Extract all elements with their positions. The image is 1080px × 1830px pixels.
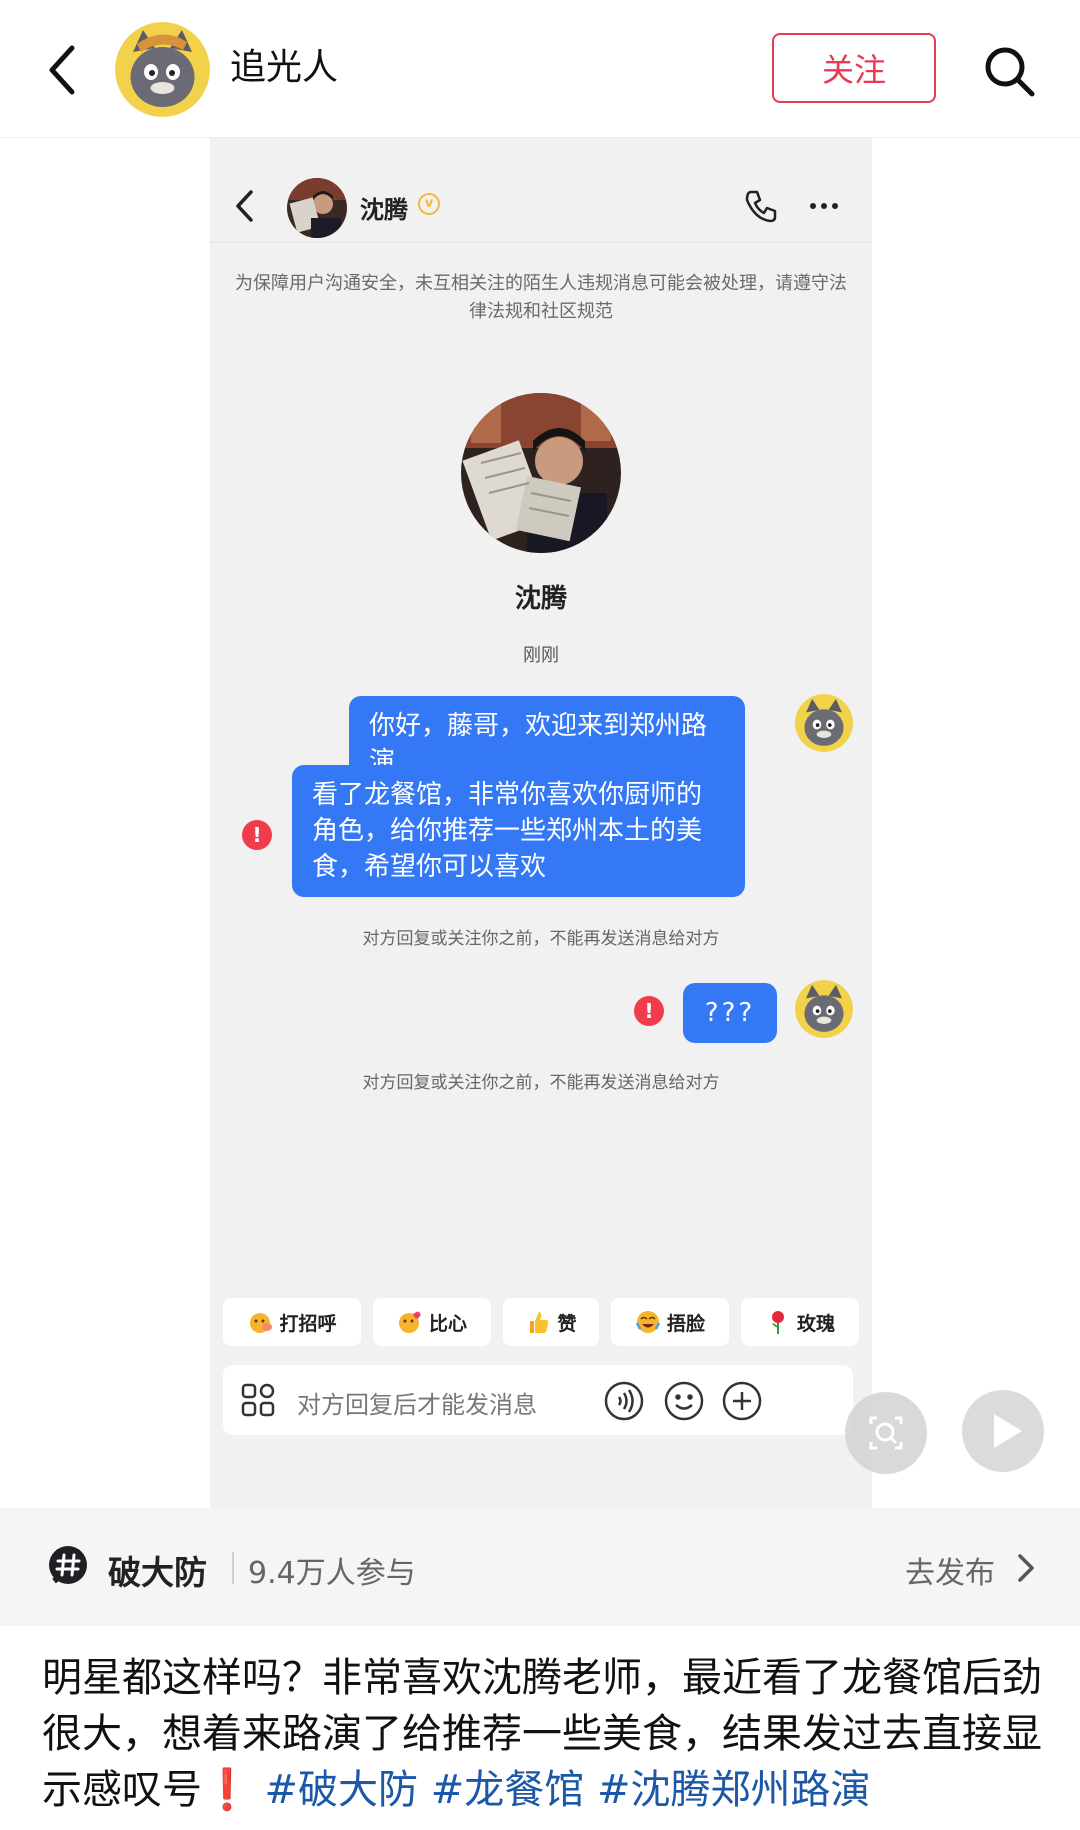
back-icon[interactable] xyxy=(40,40,90,100)
wave-emoji-icon xyxy=(247,1309,273,1335)
search-icon[interactable] xyxy=(980,42,1040,102)
blocked-notice: 对方回复或关注你之前，不能再发送消息给对方 xyxy=(362,929,720,949)
facepalm-emoji-icon xyxy=(635,1309,661,1335)
chevron-right-icon[interactable] xyxy=(1015,1551,1037,1585)
divider xyxy=(232,1552,234,1584)
publish-link[interactable]: 去发布 xyxy=(905,1548,995,1592)
rose-emoji-icon xyxy=(765,1309,791,1335)
image-search-button[interactable] xyxy=(845,1392,927,1474)
chat-back-icon xyxy=(232,188,258,224)
thumbs-up-emoji-icon xyxy=(525,1309,551,1335)
topic-participants: 9.4万人参与 xyxy=(248,1556,416,1591)
author-avatar[interactable] xyxy=(115,22,210,117)
play-icon[interactable] xyxy=(962,1390,1044,1472)
profile-avatar xyxy=(461,393,621,553)
emoji-icon xyxy=(663,1380,705,1422)
chat-header: 沈腾 v xyxy=(210,138,872,243)
hashtag-icon xyxy=(48,1545,88,1585)
quick-reply-label: 捂脸 xyxy=(666,1312,705,1335)
topic-name[interactable]: 破大防 xyxy=(108,1546,207,1594)
message-timestamp: 刚刚 xyxy=(523,645,559,666)
contact-name: 沈腾 xyxy=(360,196,408,224)
hashtag-link[interactable]: #龙餐馆 xyxy=(431,1767,585,1813)
verified-badge-icon: v xyxy=(418,193,440,215)
quick-reply-chip: 打招呼 xyxy=(223,1298,361,1346)
hashtag-link[interactable]: #破大防 xyxy=(265,1767,419,1813)
quick-reply-chip: 玫瑰 xyxy=(741,1298,859,1346)
safety-notice: 为保障用户沟通安全，未互相关注的陌生人违规消息可能会被处理，请遵守法律法规和社区… xyxy=(235,273,847,322)
profile-name: 沈腾 xyxy=(514,584,567,614)
send-failed-icon: ! xyxy=(242,820,272,850)
more-icon xyxy=(810,196,850,216)
plus-icon xyxy=(721,1380,763,1422)
chat-screenshot: 沈腾 v 为保障用户沟通安全，未互相关注的陌生人违规消息可能会被处理，请遵守法律… xyxy=(210,138,872,1508)
message-input-bar: 对方回复后才能发消息 xyxy=(223,1365,853,1435)
quick-reply-label: 比心 xyxy=(428,1312,467,1335)
quick-reply-label: 打招呼 xyxy=(279,1312,337,1335)
apps-grid-icon xyxy=(241,1383,275,1417)
message-bubble: ??? xyxy=(683,983,777,1043)
quick-reply-chip: 比心 xyxy=(373,1298,491,1346)
quick-reply-label: 玫瑰 xyxy=(796,1312,835,1335)
my-avatar xyxy=(795,694,853,752)
follow-button[interactable]: 关注 xyxy=(772,33,936,103)
exclamation-icon: ❗ xyxy=(202,1767,252,1813)
quick-reply-label: 赞 xyxy=(557,1312,577,1335)
top-bar: 追光人 关注 xyxy=(0,0,1080,138)
finger-heart-emoji-icon xyxy=(397,1309,423,1335)
voice-icon xyxy=(603,1380,645,1422)
blocked-notice: 对方回复或关注你之前，不能再发送消息给对方 xyxy=(362,1073,720,1093)
send-failed-icon: ! xyxy=(634,996,664,1026)
phone-icon xyxy=(743,188,779,224)
quick-reply-chip: 赞 xyxy=(503,1298,599,1346)
post-caption: 明星都这样吗？非常喜欢沈腾老师，最近看了龙餐馆后劲很大，想着来路演了给推荐一些美… xyxy=(42,1650,1042,1818)
author-name[interactable]: 追光人 xyxy=(230,44,338,92)
contact-avatar xyxy=(287,178,347,238)
topic-bar[interactable]: 破大防 9.4万人参与 去发布 xyxy=(0,1508,1080,1626)
message-input-placeholder: 对方回复后才能发消息 xyxy=(297,1391,537,1419)
quick-reply-row: 打招呼 比心 赞 捂脸 玫瑰 xyxy=(223,1298,863,1348)
message-bubble: 看了龙餐馆，非常你喜欢你厨师的角色，给你推荐一些郑州本土的美食，希望你可以喜欢 xyxy=(292,765,745,897)
quick-reply-chip: 捂脸 xyxy=(611,1298,729,1346)
my-avatar xyxy=(795,980,853,1038)
hashtag-link[interactable]: #沈腾郑州路演 xyxy=(597,1767,871,1813)
